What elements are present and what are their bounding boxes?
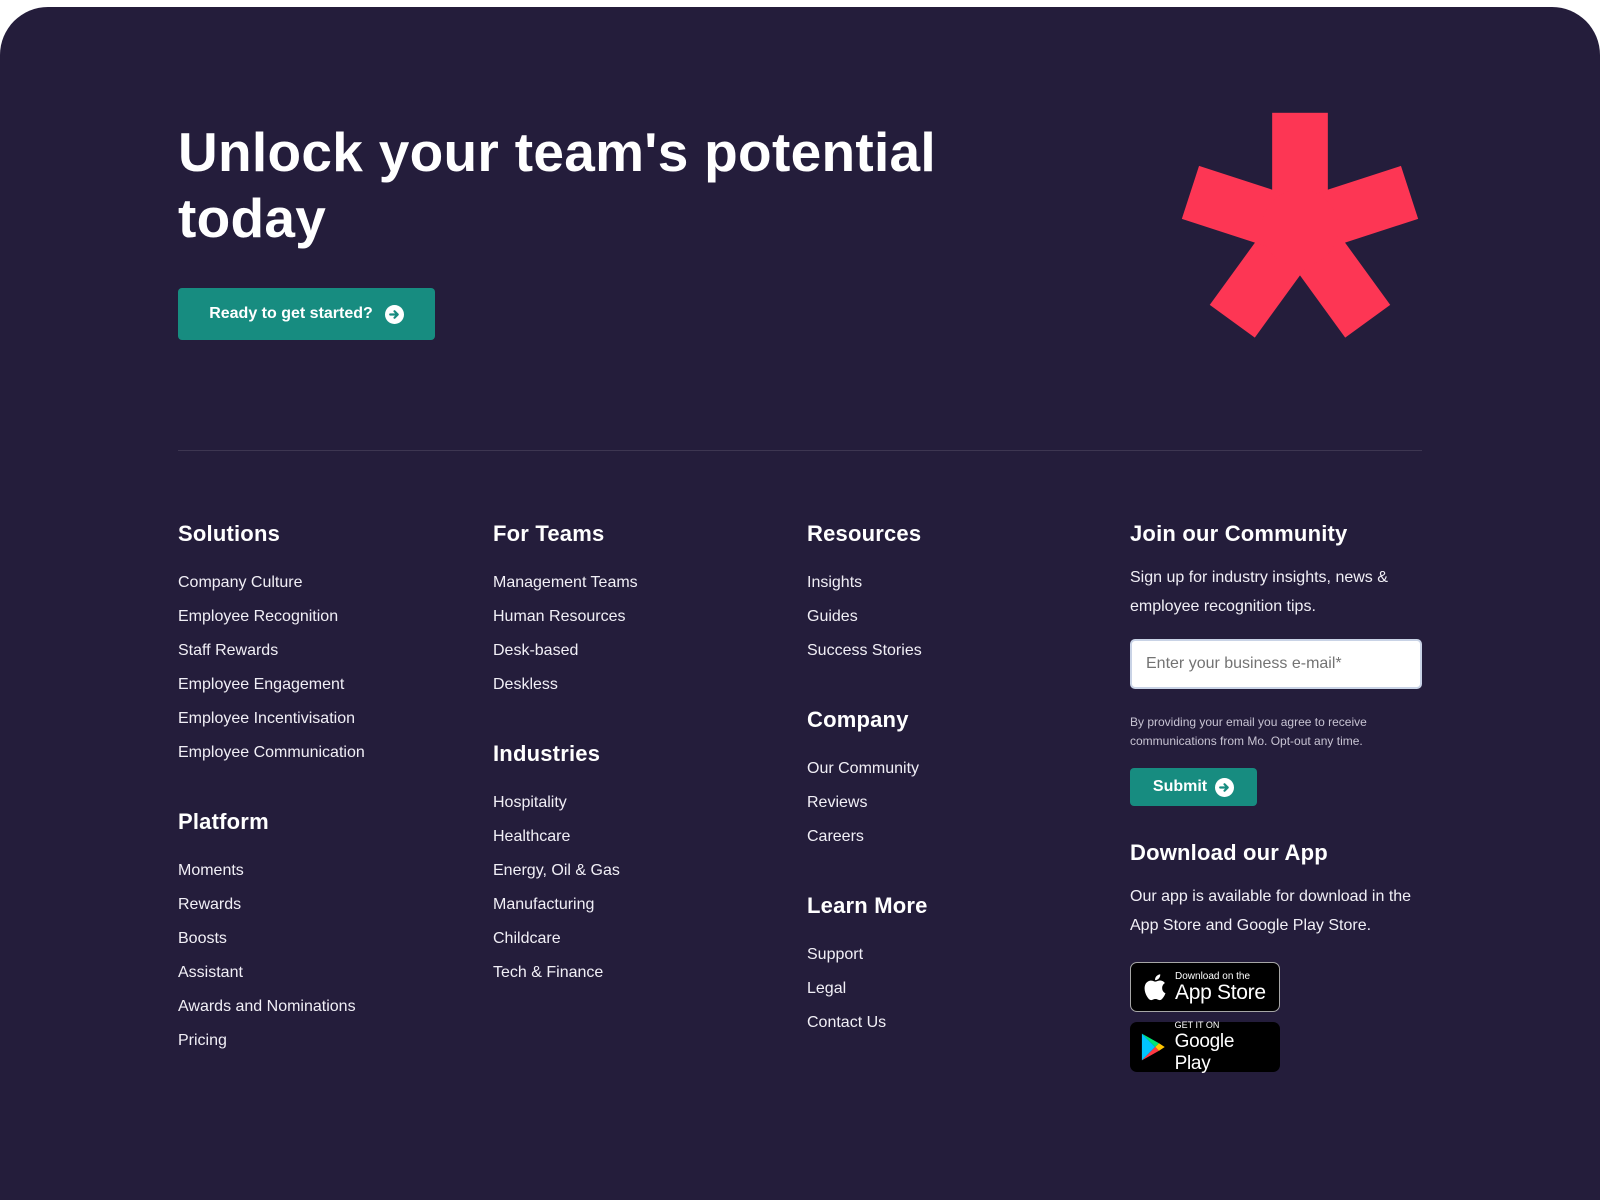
section-title-platform: Platform: [178, 809, 269, 834]
arrow-right-icon: [384, 304, 404, 324]
email-input[interactable]: [1130, 639, 1422, 689]
footer-link[interactable]: Childcare: [493, 930, 561, 947]
section-title-solutions: Solutions: [178, 521, 281, 546]
google-play-big-text: Google Play: [1174, 1030, 1235, 1074]
google-play-badge[interactable]: GET IT ON Google Play: [1130, 1019, 1280, 1074]
industries-links: Hospitality Healthcare Energy, Oil & Gas…: [493, 793, 638, 997]
google-play-logo-icon: [1141, 1033, 1165, 1061]
footer-link[interactable]: Assistant: [178, 964, 243, 981]
footer-link[interactable]: Hospitality: [493, 794, 567, 811]
section-title-resources: Resources: [807, 521, 922, 546]
apple-logo-icon: [1144, 974, 1166, 1001]
submit-button[interactable]: Submit: [1130, 768, 1257, 806]
footer-column-1: Solutions Company Culture Employee Recog…: [178, 519, 365, 1095]
footer-link[interactable]: Human Resources: [493, 608, 626, 625]
download-app-title: Download our App: [1130, 840, 1328, 865]
footer-link[interactable]: Employee Communication: [178, 744, 365, 761]
footer-column-2: For Teams Management Teams Human Resourc…: [493, 519, 638, 1027]
solutions-links: Company Culture Employee Recognition Sta…: [178, 573, 365, 777]
footer-link[interactable]: Desk-based: [493, 642, 578, 659]
app-store-small-text: Download on the: [1175, 970, 1251, 982]
footer-link[interactable]: Healthcare: [493, 828, 570, 845]
footer-link[interactable]: Success Stories: [807, 642, 922, 659]
footer-column-3: Resources Insights Guides Success Storie…: [807, 519, 928, 1077]
footer-link[interactable]: Pricing: [178, 1032, 227, 1049]
footer-link[interactable]: Company Culture: [178, 574, 303, 591]
footer-divider: [178, 450, 1422, 451]
footer-link[interactable]: Awards and Nominations: [178, 998, 356, 1015]
get-started-label: Ready to get started?: [209, 305, 373, 322]
asterisk-logo-icon: [1181, 112, 1419, 338]
footer-link[interactable]: Insights: [807, 574, 862, 591]
for-teams-links: Management Teams Human Resources Desk-ba…: [493, 573, 638, 709]
footer-link[interactable]: Contact Us: [807, 1014, 886, 1031]
arrow-right-icon: [1215, 777, 1235, 797]
platform-links: Moments Rewards Boosts Assistant Awards …: [178, 861, 365, 1065]
footer-link[interactable]: Moments: [178, 862, 244, 879]
learn-more-links: Support Legal Contact Us: [807, 945, 928, 1047]
get-started-button[interactable]: Ready to get started?: [178, 288, 435, 340]
footer-link[interactable]: Energy, Oil & Gas: [493, 862, 620, 879]
submit-label: Submit: [1152, 778, 1208, 795]
download-app-description: Our app is available for download in the…: [1130, 888, 1412, 934]
footer-link[interactable]: Guides: [807, 608, 858, 625]
footer-link[interactable]: Our Community: [807, 760, 919, 777]
footer-link[interactable]: Manufacturing: [493, 896, 594, 913]
section-title-learn-more: Learn More: [807, 893, 928, 918]
app-store-badge[interactable]: Download on the App Store: [1130, 962, 1280, 1012]
community-title: Join our Community: [1130, 521, 1348, 546]
footer-link[interactable]: Rewards: [178, 896, 241, 913]
resources-links: Insights Guides Success Stories: [807, 573, 928, 675]
app-store-big-text: App Store: [1175, 980, 1266, 1004]
footer-link[interactable]: Deskless: [493, 676, 558, 693]
section-title-company: Company: [807, 707, 909, 732]
google-play-small-text: GET IT ON: [1174, 1019, 1220, 1030]
section-title-industries: Industries: [493, 741, 601, 766]
footer-link[interactable]: Employee Recognition: [178, 608, 338, 625]
community-description: Sign up for industry insights, news & em…: [1130, 569, 1388, 615]
company-links: Our Community Reviews Careers: [807, 759, 928, 861]
footer-link[interactable]: Employee Engagement: [178, 676, 344, 693]
section-title-for-teams: For Teams: [493, 521, 605, 546]
footer-link[interactable]: Support: [807, 946, 863, 963]
footer-link[interactable]: Employee Incentivisation: [178, 710, 355, 727]
hero-title: Unlock your team's potential today: [178, 121, 937, 249]
footer-link[interactable]: Tech & Finance: [493, 964, 603, 981]
consent-note: By providing your email you agree to rec…: [1130, 715, 1367, 748]
footer-link[interactable]: Reviews: [807, 794, 867, 811]
footer-link[interactable]: Staff Rewards: [178, 642, 278, 659]
footer-link[interactable]: Careers: [807, 828, 864, 845]
footer-link[interactable]: Boosts: [178, 930, 227, 947]
footer-link[interactable]: Management Teams: [493, 574, 638, 591]
footer-section: Unlock your team's potential today Ready…: [0, 7, 1600, 1200]
footer-link[interactable]: Legal: [807, 980, 846, 997]
community-column: Join our Community Sign up for industry …: [1130, 519, 1422, 1074]
